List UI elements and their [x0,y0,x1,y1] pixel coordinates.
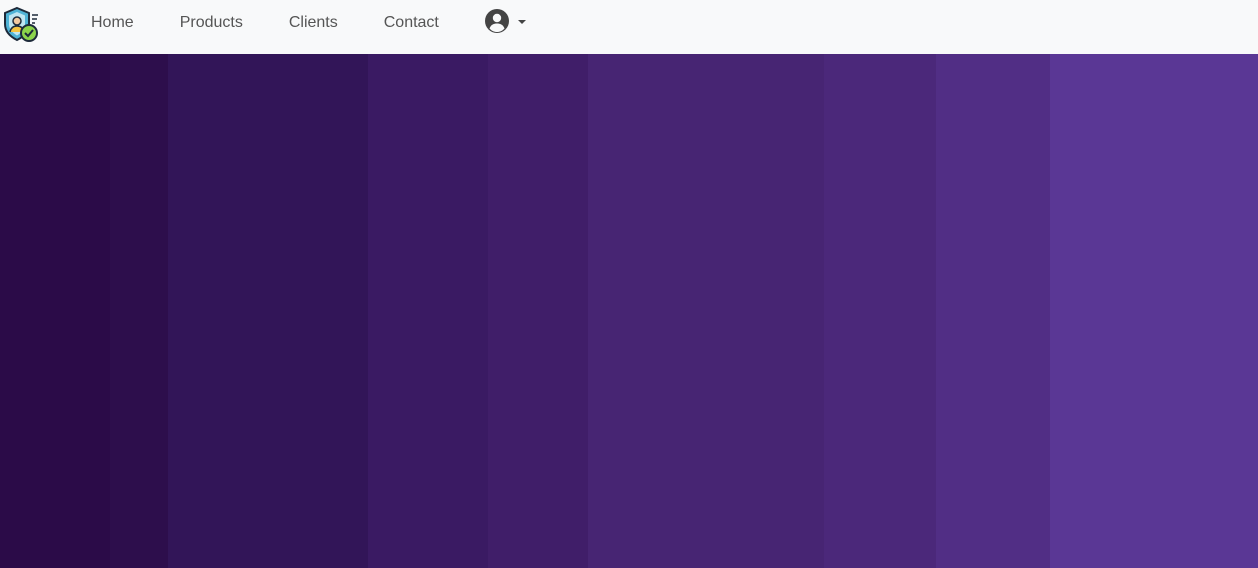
user-menu-dropdown[interactable] [484,8,526,39]
nav-link-clients[interactable]: Clients [266,14,361,32]
hero-gradient-banner [0,54,1258,568]
caret-down-icon [517,20,526,24]
hero-stripe [936,54,1050,568]
hero-stripe [0,54,110,568]
nav-links: Home Products Clients Contact [68,0,526,46]
top-navbar: Home Products Clients Contact [0,0,1258,54]
hero-stripe [824,54,936,568]
hero-stripe [168,54,368,568]
hero-stripe [110,54,168,568]
hero-stripe [488,54,588,568]
nav-link-contact[interactable]: Contact [361,14,462,32]
brand-logo-icon[interactable] [2,6,40,44]
hero-stripe [368,54,488,568]
user-circle-icon [484,8,510,39]
hero-stripe [588,54,824,568]
nav-link-products[interactable]: Products [157,14,266,32]
hero-stripe [1050,54,1258,568]
nav-link-home[interactable]: Home [68,14,157,32]
